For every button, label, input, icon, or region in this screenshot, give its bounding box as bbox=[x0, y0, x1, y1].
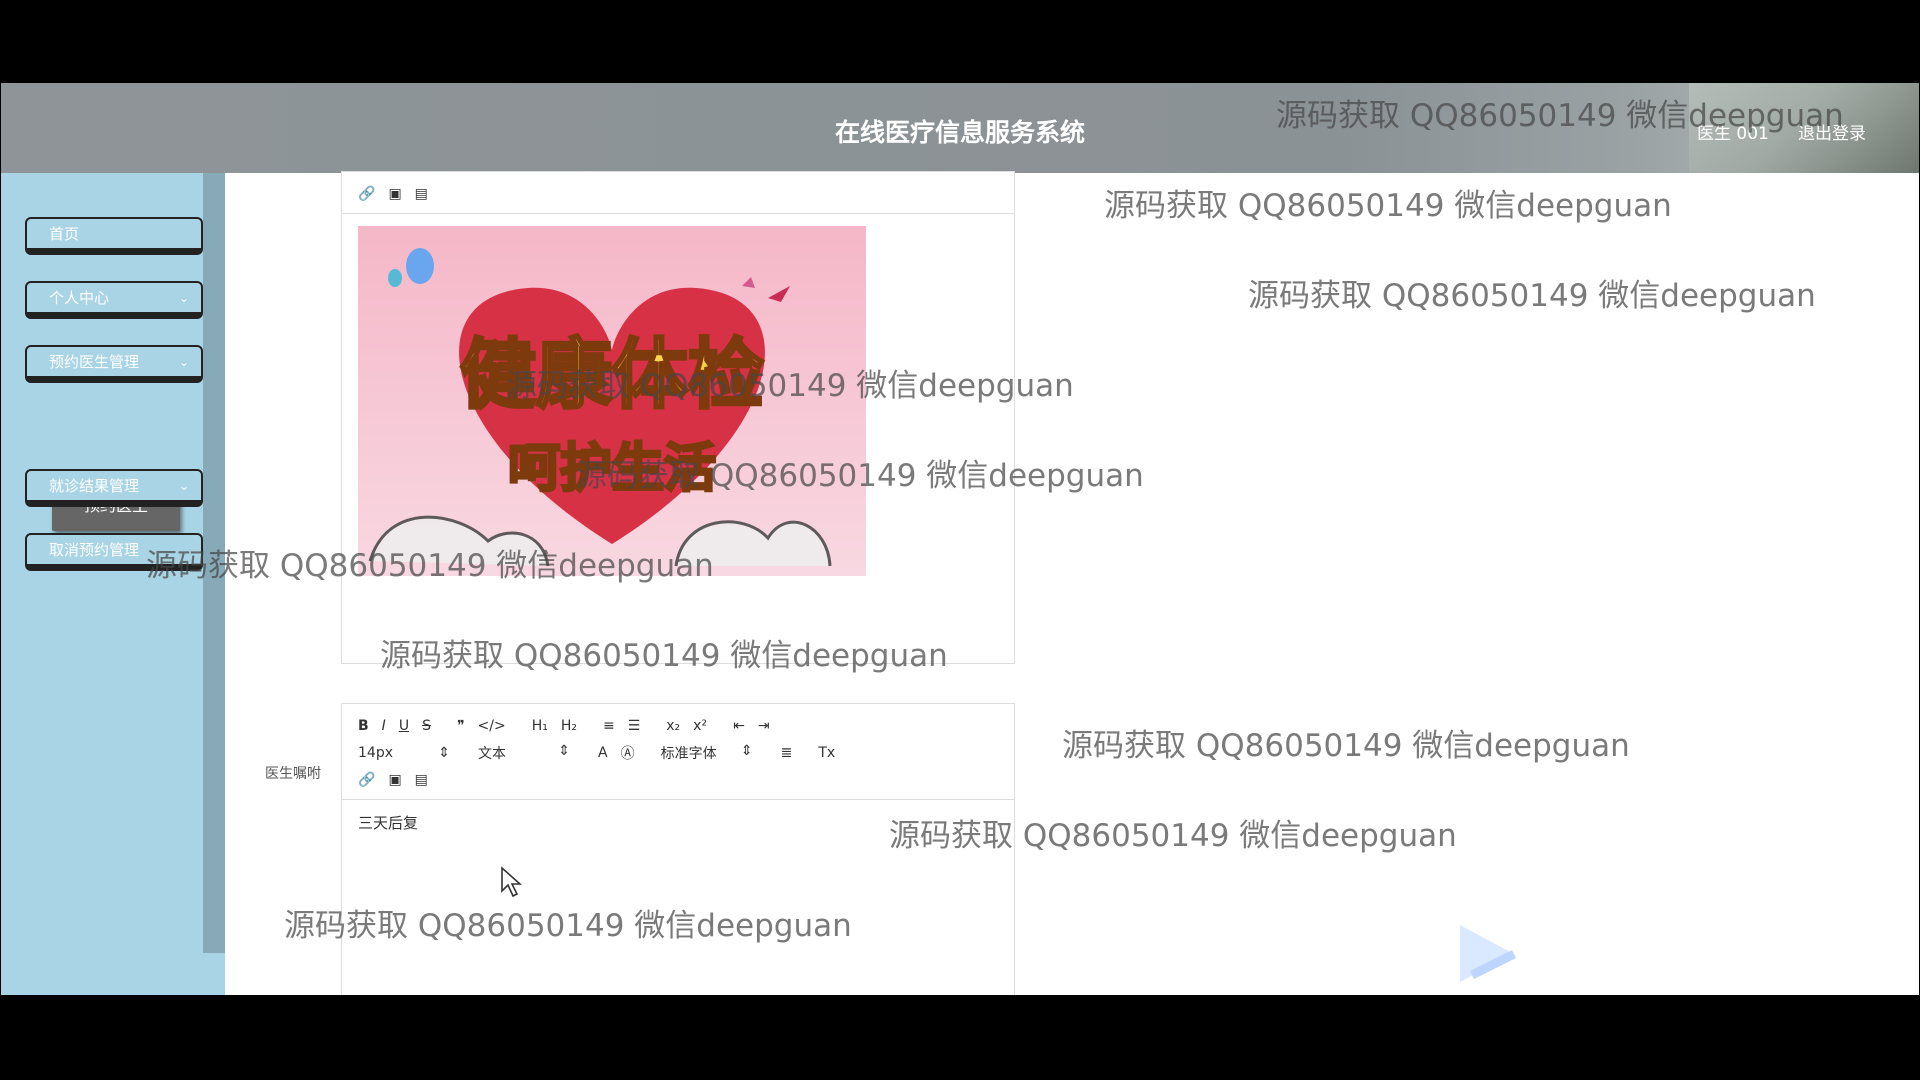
logout-link[interactable]: 退出登录 bbox=[1798, 119, 1866, 144]
code-icon[interactable]: </> bbox=[478, 718, 506, 734]
block-type-value: 文本 bbox=[478, 745, 506, 762]
top-header: 在线医疗信息服务系统 医生 001 退出登录 bbox=[1, 83, 1919, 173]
font-family-select[interactable]: 标准字体 ⇕ bbox=[661, 743, 753, 763]
current-user: 医生 001 bbox=[1697, 124, 1769, 144]
health-checkup-picture: 健康体检 呵护生活 bbox=[358, 226, 866, 576]
sidebar-item-label: 首页 bbox=[49, 225, 80, 243]
sidebar-item-home[interactable]: 首页 bbox=[25, 217, 203, 255]
bold-icon[interactable]: B bbox=[358, 718, 369, 734]
sidebar-scroll-rail[interactable] bbox=[203, 173, 225, 953]
image-icon[interactable]: ▣ bbox=[388, 186, 401, 202]
bullet-list-icon[interactable]: ☰ bbox=[628, 718, 641, 734]
system-title: 在线医疗信息服务系统 bbox=[834, 118, 1085, 147]
sidebar-item-appointment-management[interactable]: 预约医生管理 ⌄ bbox=[25, 345, 203, 383]
ordered-list-icon[interactable]: ≡ bbox=[603, 718, 615, 734]
select-arrows-icon: ⇕ bbox=[558, 742, 570, 759]
sidebar-item-label: 预约医生管理 bbox=[49, 353, 140, 371]
block-type-select[interactable]: 文本 ⇕ bbox=[478, 743, 570, 763]
doctor-advice-label: 医生嘱咐 bbox=[265, 766, 321, 782]
h1-icon[interactable]: H₁ bbox=[532, 718, 548, 734]
app-window: 在线医疗信息服务系统 医生 001 退出登录 首页 个人中心 ⌄ 预约医生管理 … bbox=[1, 83, 1919, 995]
chevron-down-icon: ⌄ bbox=[178, 479, 189, 493]
sidebar-item-label: 就诊结果管理 bbox=[49, 477, 140, 495]
select-arrows-icon: ⇕ bbox=[438, 744, 450, 761]
editor-content-area[interactable]: 健康体检 呵护生活 bbox=[342, 214, 1014, 588]
editor-toolbar: 🔗 ▣ ▤ bbox=[342, 172, 1014, 214]
sidebar: 首页 个人中心 ⌄ 预约医生管理 ⌄ 预约医生 就诊结果管理 ⌄ 取消预约管理 bbox=[1, 173, 225, 995]
superscript-icon[interactable]: x² bbox=[693, 718, 707, 734]
sidebar-item-visit-result-management[interactable]: 就诊结果管理 ⌄ bbox=[25, 469, 203, 507]
advice-text: 三天后复 bbox=[358, 814, 419, 832]
image-editor[interactable]: 🔗 ▣ ▤ 健康体检 呵护生活 bbox=[341, 171, 1015, 664]
h2-icon[interactable]: H₂ bbox=[561, 718, 577, 734]
link-icon[interactable]: 🔗 bbox=[358, 186, 375, 202]
indent-icon[interactable]: ⇥ bbox=[758, 718, 770, 734]
image-icon[interactable]: ▣ bbox=[388, 772, 401, 788]
quote-icon[interactable]: ❞ bbox=[457, 718, 465, 734]
background-color-icon[interactable]: Ⓐ bbox=[621, 743, 635, 763]
chevron-down-icon: ⌄ bbox=[178, 355, 189, 369]
image-text-line-2: 呵护生活 bbox=[508, 439, 716, 499]
video-platform-logo-icon bbox=[1460, 925, 1517, 982]
video-icon[interactable]: ▤ bbox=[415, 186, 428, 202]
image-text-line-1: 健康体检 bbox=[460, 330, 764, 419]
link-icon[interactable]: 🔗 bbox=[358, 772, 375, 788]
font-size-value: 14px bbox=[358, 744, 393, 761]
subscript-icon[interactable]: x₂ bbox=[666, 718, 680, 734]
chevron-down-icon: ⌄ bbox=[178, 291, 189, 305]
main-content: 🔗 ▣ ▤ 健康体检 呵护生活 医生嘱咐 B I U S ❞ </> H₁ H₂… bbox=[225, 171, 1919, 995]
sidebar-item-cancel-appointment-management[interactable]: 取消预约管理 bbox=[25, 533, 203, 571]
strike-icon[interactable]: S bbox=[422, 718, 431, 734]
font-color-icon[interactable]: A bbox=[598, 745, 608, 761]
align-icon[interactable]: ≣ bbox=[781, 745, 793, 761]
font-family-value: 标准字体 bbox=[660, 745, 717, 762]
font-size-select[interactable]: 14px ⇕ bbox=[358, 745, 450, 761]
outdent-icon[interactable]: ⇤ bbox=[733, 718, 745, 734]
rich-text-toolbar: B I U S ❞ </> H₁ H₂ ≡ ☰ x₂ x² ⇤ ⇥ 14px ⇕ bbox=[342, 704, 1014, 800]
underline-icon[interactable]: U bbox=[399, 718, 409, 734]
clear-format-icon[interactable]: Tx bbox=[818, 745, 835, 761]
doctor-advice-editor[interactable]: B I U S ❞ </> H₁ H₂ ≡ ☰ x₂ x² ⇤ ⇥ 14px ⇕ bbox=[341, 703, 1015, 995]
italic-icon[interactable]: I bbox=[382, 718, 386, 734]
advice-text-area[interactable]: 三天后复 bbox=[342, 800, 1014, 845]
video-icon[interactable]: ▤ bbox=[415, 772, 428, 788]
sidebar-item-personal-center[interactable]: 个人中心 ⌄ bbox=[25, 281, 203, 319]
sidebar-item-label: 个人中心 bbox=[49, 289, 110, 307]
select-arrows-icon: ⇕ bbox=[740, 742, 753, 759]
cursor-icon bbox=[501, 866, 522, 898]
health-checkup-image: 健康体检 呵护生活 bbox=[358, 226, 866, 576]
sidebar-item-label: 取消预约管理 bbox=[49, 541, 140, 559]
